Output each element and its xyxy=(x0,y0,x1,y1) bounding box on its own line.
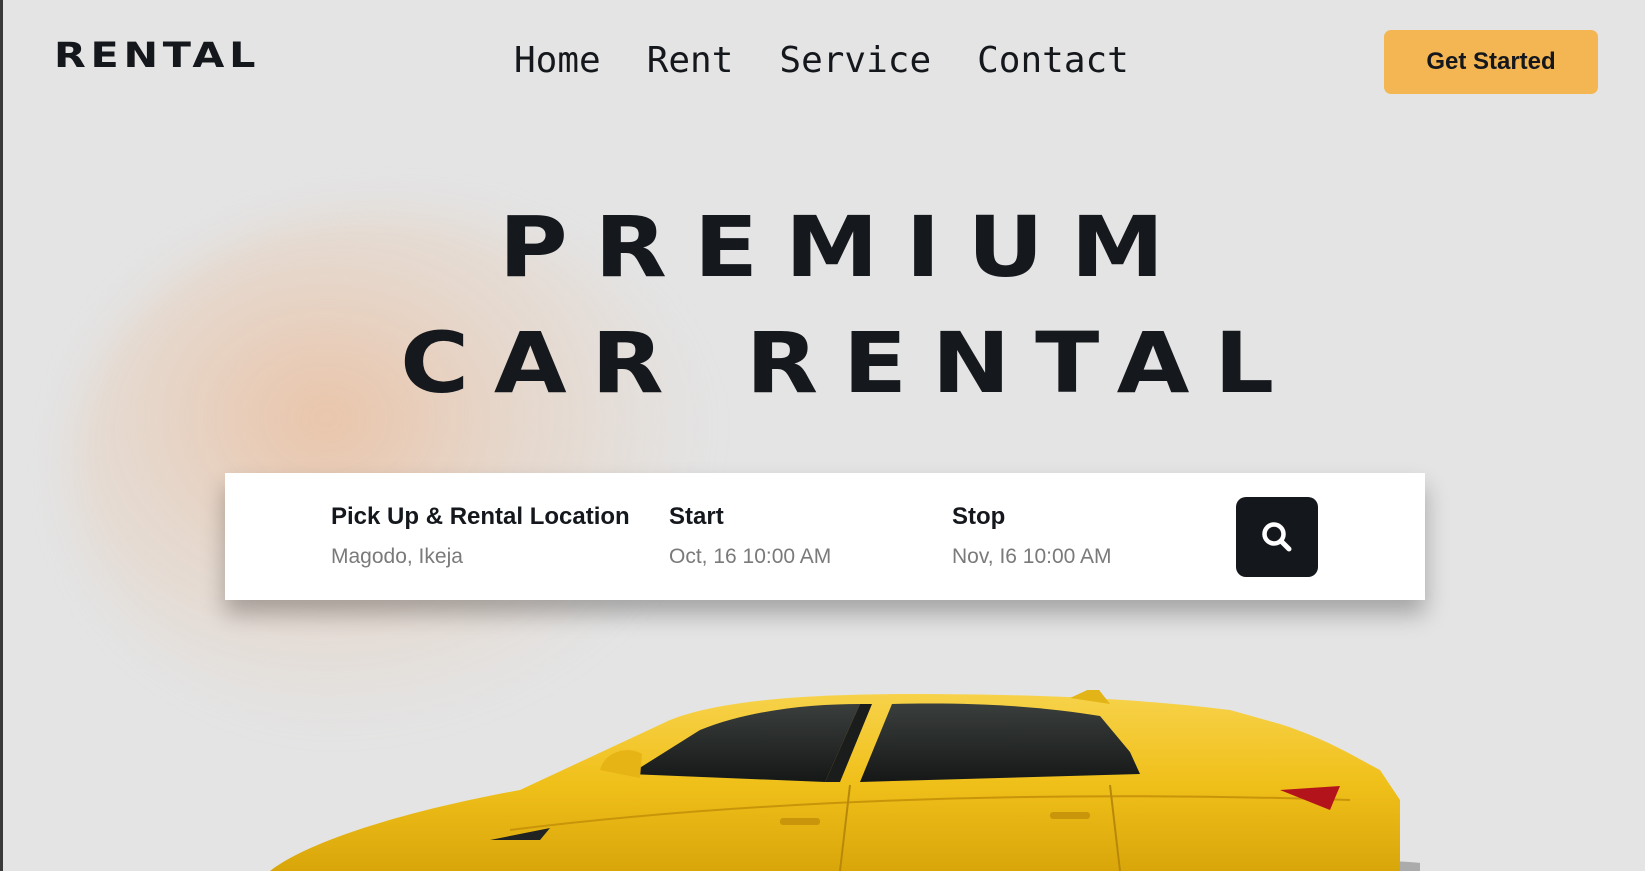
nav-contact[interactable]: Contact xyxy=(977,40,1129,81)
location-label: Pick Up & Rental Location xyxy=(331,503,630,530)
car-image xyxy=(270,690,1420,871)
page: RENTAL Home Rent Service Contact Get Sta… xyxy=(0,0,1645,871)
location-value[interactable]: Magodo, Ikeja xyxy=(331,545,630,569)
start-value[interactable]: Oct, 16 10:00 AM xyxy=(669,545,831,569)
get-started-button[interactable]: Get Started xyxy=(1384,30,1598,94)
nav-rent[interactable]: Rent xyxy=(647,40,734,81)
start-field[interactable]: Start Oct, 16 10:00 AM xyxy=(669,503,831,569)
nav-service[interactable]: Service xyxy=(779,40,931,81)
hero-title-line-2: CAR RENTAL xyxy=(400,314,1299,412)
stop-label: Stop xyxy=(952,503,1006,530)
hero-title-line-1: PREMIUM xyxy=(498,198,1192,296)
nav-home[interactable]: Home xyxy=(514,40,601,81)
stop-value[interactable]: Nov, I6 10:00 AM xyxy=(952,545,1112,569)
window-edge xyxy=(0,0,3,871)
search-card: Pick Up & Rental Location Magodo, Ikeja … xyxy=(225,473,1425,600)
search-button[interactable] xyxy=(1236,497,1318,577)
search-icon xyxy=(1262,522,1292,552)
start-label: Start xyxy=(669,503,724,530)
main-nav: Home Rent Service Contact xyxy=(514,40,1129,81)
location-field[interactable]: Pick Up & Rental Location Magodo, Ikeja xyxy=(331,503,630,569)
stop-field[interactable]: Stop Nov, I6 10:00 AM xyxy=(952,503,1112,569)
site-logo[interactable]: RENTAL xyxy=(54,36,260,76)
